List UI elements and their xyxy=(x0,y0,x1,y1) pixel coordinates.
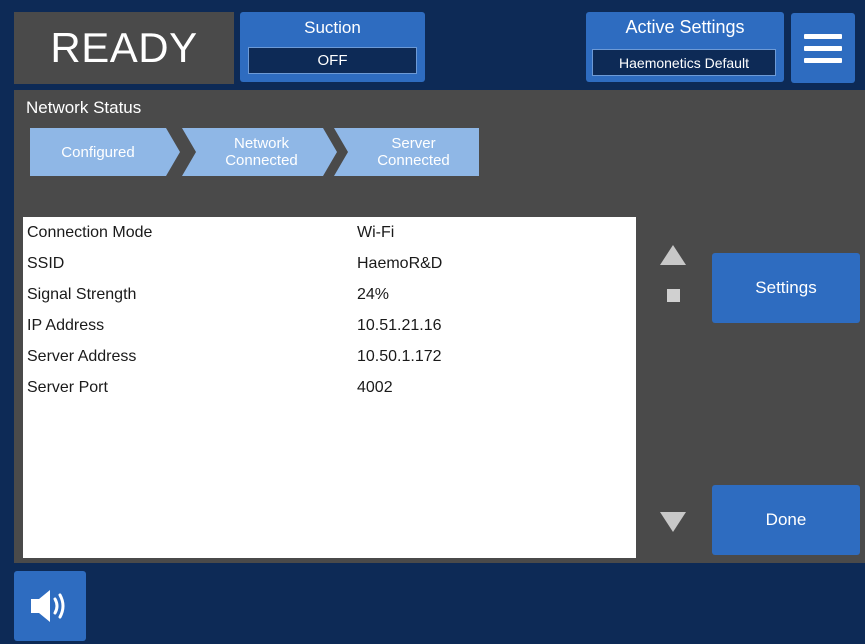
info-value: HaemoR&D xyxy=(357,254,443,272)
active-settings-title: Active Settings xyxy=(625,17,745,37)
step-server-connected: Server Connected xyxy=(334,128,479,176)
menu-bar xyxy=(804,33,842,39)
list-item: IP Address 10.51.21.16 xyxy=(27,310,627,341)
list-item: Server Address 10.50.1.172 xyxy=(27,341,627,372)
speaker-icon xyxy=(31,590,65,622)
top-bar: READY Suction OFF Active Settings Haemon… xyxy=(0,0,865,90)
scroll-down-icon[interactable] xyxy=(660,512,686,532)
hamburger-menu-icon[interactable] xyxy=(791,13,855,83)
active-settings-value: Haemonetics Default xyxy=(592,49,776,76)
done-button[interactable]: Done xyxy=(712,485,860,555)
bottom-bar xyxy=(0,563,865,644)
info-value: 10.51.21.16 xyxy=(357,316,442,334)
info-value: 24% xyxy=(357,285,390,303)
menu-bar xyxy=(804,45,842,51)
list-item: Signal Strength 24% xyxy=(27,279,627,310)
info-value: 10.50.1.172 xyxy=(357,347,442,365)
suction-value: OFF xyxy=(248,47,417,74)
info-label: IP Address xyxy=(27,316,105,334)
settings-button[interactable]: Settings xyxy=(712,253,860,323)
list-item: Server Port 4002 xyxy=(27,372,627,403)
info-value: 4002 xyxy=(357,378,393,396)
list-item: Connection Mode Wi-Fi xyxy=(27,217,627,248)
active-settings-button[interactable]: Active Settings Haemonetics Default xyxy=(586,12,784,82)
scroll-up-icon[interactable] xyxy=(660,245,686,265)
info-label: Connection Mode xyxy=(27,223,153,241)
menu-bar xyxy=(804,57,842,63)
network-info-list: Connection Mode Wi-Fi SSID HaemoR&D Sign… xyxy=(23,217,636,558)
suction-title: Suction xyxy=(304,18,361,37)
info-value: Wi-Fi xyxy=(357,223,395,241)
info-label: Server Address xyxy=(27,347,137,365)
step-network-connected: Network Connected xyxy=(182,128,337,176)
scroll-thumb-icon[interactable] xyxy=(667,289,680,302)
info-label: Server Port xyxy=(27,378,108,396)
list-item: SSID HaemoR&D xyxy=(27,248,627,279)
page-title: Network Status xyxy=(26,98,142,117)
suction-button[interactable]: Suction OFF xyxy=(240,12,425,82)
network-status-panel: Network Status Configured Network Connec… xyxy=(14,90,865,563)
step-configured: Configured xyxy=(30,128,180,176)
step-label: Server Connected xyxy=(377,135,450,169)
status-display: READY xyxy=(14,12,234,84)
info-label: Signal Strength xyxy=(27,285,137,303)
speaker-button[interactable] xyxy=(14,571,86,641)
info-label: SSID xyxy=(27,254,65,272)
step-label: Network Connected xyxy=(225,135,298,169)
